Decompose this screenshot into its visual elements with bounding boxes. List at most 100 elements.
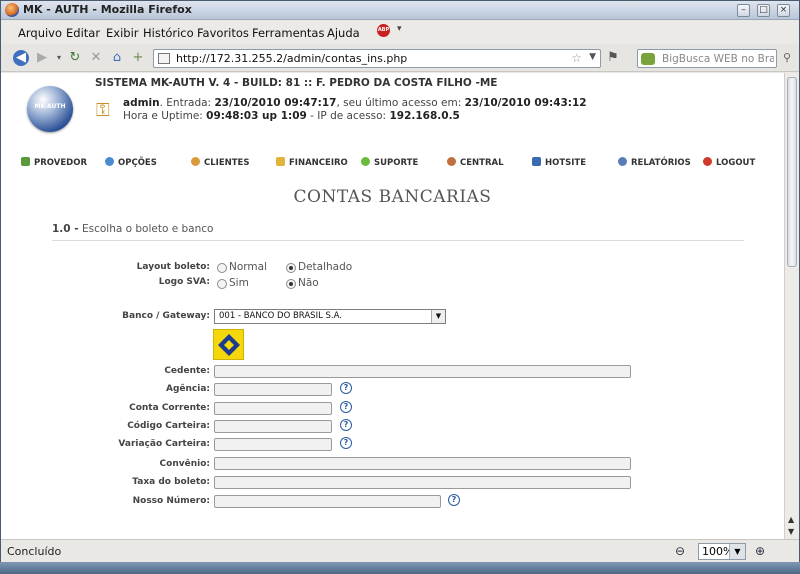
financeiro-icon: [276, 157, 285, 166]
nav-clientes[interactable]: CLIENTES: [191, 157, 249, 168]
nav-logout[interactable]: LOGOUT: [703, 157, 755, 168]
nav-hotsite[interactable]: HOTSITE: [532, 157, 586, 168]
search-input[interactable]: BigBusca WEB no Bras: [637, 49, 777, 68]
desktop-taskbar: [0, 562, 800, 574]
nav-financeiro[interactable]: FINANCEIRO: [276, 157, 348, 168]
search-go-icon[interactable]: ⚲: [779, 50, 795, 66]
scroll-up-icon[interactable]: ▲: [788, 515, 794, 524]
menu-bar: Arquivo Editar Exibir Histórico Favorito…: [1, 21, 799, 43]
taxa-boleto-field[interactable]: [214, 476, 631, 489]
login-info: admin. Entrada: 23/10/2010 09:47:17, seu…: [123, 97, 587, 109]
minimize-button[interactable]: –: [737, 4, 750, 17]
nosso-numero-field[interactable]: [214, 495, 441, 508]
back-icon[interactable]: ◀: [13, 50, 29, 66]
variacao-carteira-help-icon[interactable]: ?: [340, 437, 352, 449]
nav-central[interactable]: CENTRAL: [447, 157, 504, 168]
url-dropdown-icon[interactable]: ▼: [589, 52, 596, 62]
sva-sim-radio[interactable]: [217, 279, 227, 289]
home-icon[interactable]: ⌂: [109, 50, 125, 66]
system-version: SISTEMA MK-AUTH V. 4 - BUILD: 81 :: F. P…: [95, 77, 498, 89]
section-heading: 1.0 - Escolha o boleto e banco: [52, 223, 214, 235]
maximize-button[interactable]: □: [757, 4, 770, 17]
bookmark-add-icon[interactable]: +: [130, 50, 146, 66]
keys-icon: ⚿: [96, 100, 110, 121]
zoom-in-icon[interactable]: ⊕: [755, 544, 765, 558]
nav-provedor[interactable]: PROVEDOR: [21, 157, 87, 168]
mk-auth-logo: MK-AUTH: [27, 86, 73, 132]
conta-corrente-label: Conta Corrente:: [129, 403, 210, 413]
page-title: CONTAS BANCARIAS: [293, 187, 492, 207]
central-icon: [447, 157, 456, 166]
layout-detalhado-label: Detalhado: [298, 261, 353, 273]
sva-sim-label: Sim: [229, 277, 249, 289]
url-text[interactable]: http://172.31.255.2/admin/contas_ins.php: [176, 52, 407, 65]
feed-icon[interactable]: ⚑: [605, 50, 621, 66]
zoom-select[interactable]: 100% ▼: [698, 543, 746, 560]
codigo-carteira-field[interactable]: [214, 420, 332, 433]
layout-detalhado-radio[interactable]: [286, 263, 296, 273]
sva-nao-radio[interactable]: [286, 279, 296, 289]
layout-normal-radio[interactable]: [217, 263, 227, 273]
variacao-carteira-label: Variação Carteira:: [118, 439, 210, 449]
agencia-field[interactable]: [214, 383, 332, 396]
reload-icon[interactable]: ↻: [67, 50, 83, 66]
conta-corrente-field[interactable]: [214, 402, 332, 415]
nav-opcoes[interactable]: OPÇÕES: [105, 157, 157, 168]
vertical-scrollbar[interactable]: ▲ ▼: [784, 73, 799, 539]
menu-arquivo[interactable]: Arquivo: [18, 26, 62, 40]
agencia-label: Agência:: [165, 384, 210, 394]
bank-select[interactable]: 001 - BANCO DO BRASIL S.A. ▼: [214, 309, 446, 324]
menu-editar[interactable]: Editar: [66, 26, 100, 40]
stop-icon[interactable]: ✕: [88, 50, 104, 66]
adblock-icon[interactable]: ABP: [377, 24, 390, 37]
nosso-numero-help-icon[interactable]: ?: [448, 494, 460, 506]
provedor-icon: [21, 157, 30, 166]
layout-boleto-label: Layout boleto:: [136, 262, 210, 272]
banco-do-brasil-logo-icon: [213, 329, 244, 360]
codigo-carteira-help-icon[interactable]: ?: [340, 419, 352, 431]
forward-icon[interactable]: ▶: [34, 50, 50, 66]
navigation-toolbar: ◀ ▶ ▾ ↻ ✕ ⌂ + http://172.31.255.2/admin/…: [1, 44, 799, 72]
opcoes-icon: [105, 157, 114, 166]
menu-ferramentas[interactable]: Ferramentas: [252, 26, 324, 40]
suporte-icon: [361, 157, 370, 166]
star-icon[interactable]: ☆: [571, 51, 582, 65]
status-text: Concluído: [7, 545, 62, 558]
main-nav: PROVEDOR OPÇÕES CLIENTES FINANCEIRO SUPO…: [1, 155, 784, 171]
page-favicon-icon: [158, 53, 170, 64]
menu-favoritos[interactable]: Favoritos: [197, 26, 249, 40]
title-bar: MK - AUTH - Mozilla Firefox – □ ×: [1, 1, 799, 20]
zoom-out-icon[interactable]: ⊖: [675, 544, 685, 558]
convenio-field[interactable]: [214, 457, 631, 470]
chevron-down-icon[interactable]: ▼: [431, 310, 445, 323]
variacao-carteira-field[interactable]: [214, 438, 332, 451]
cedente-field[interactable]: [214, 365, 631, 378]
chevron-down-icon[interactable]: ▾: [397, 24, 402, 34]
menu-ajuda[interactable]: Ajuda: [327, 26, 360, 40]
url-bar[interactable]: http://172.31.255.2/admin/contas_ins.php…: [153, 49, 601, 68]
logo-sva-label: Logo SVA:: [158, 277, 210, 287]
layout-normal-label: Normal: [229, 261, 267, 273]
relatorios-icon: [618, 157, 627, 166]
firefox-icon: [5, 3, 19, 17]
logout-icon: [703, 157, 712, 166]
agencia-help-icon[interactable]: ?: [340, 382, 352, 394]
uptime-info: Hora e Uptime: 09:48:03 up 1:09 - IP de …: [123, 110, 460, 122]
hotsite-icon: [532, 157, 541, 166]
taxa-boleto-label: Taxa do boleto:: [132, 477, 210, 487]
section-divider: [52, 240, 744, 241]
page-content: MK-AUTH SISTEMA MK-AUTH V. 4 - BUILD: 81…: [1, 73, 784, 539]
chevron-down-icon[interactable]: ▼: [729, 544, 745, 559]
menu-exibir[interactable]: Exibir: [106, 26, 139, 40]
scroll-down-icon[interactable]: ▼: [788, 527, 794, 536]
search-engine-icon[interactable]: [641, 53, 655, 65]
conta-corrente-help-icon[interactable]: ?: [340, 401, 352, 413]
menu-historico[interactable]: Histórico: [143, 26, 194, 40]
history-dropdown-icon[interactable]: ▾: [51, 50, 67, 66]
clientes-icon: [191, 157, 200, 166]
scrollbar-thumb[interactable]: [787, 77, 797, 267]
nav-suporte[interactable]: SUPORTE: [361, 157, 418, 168]
close-button[interactable]: ×: [777, 4, 790, 17]
sva-nao-label: Não: [298, 277, 319, 289]
nav-relatorios[interactable]: RELATÓRIOS: [618, 157, 691, 168]
